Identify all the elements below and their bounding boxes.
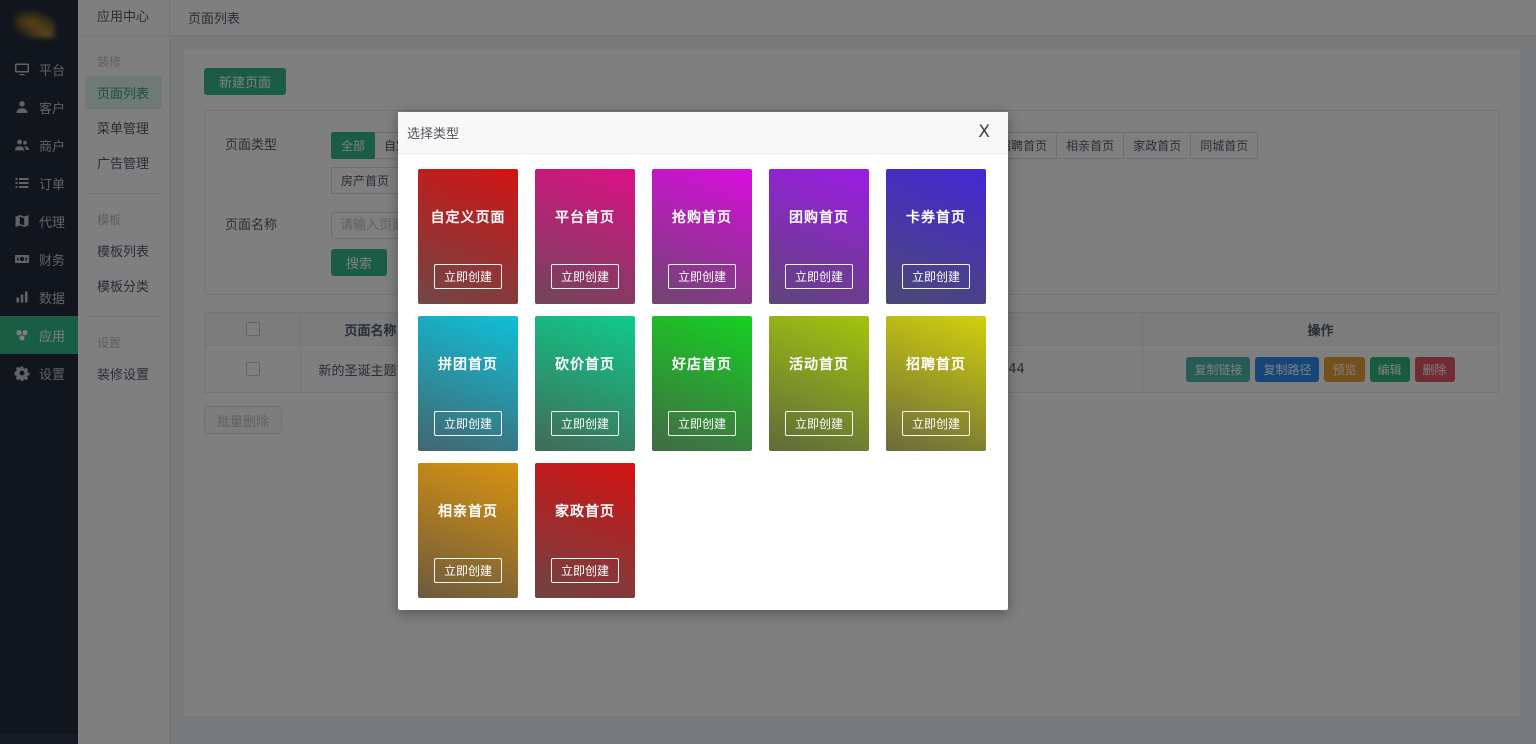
type-card-title: 卡券首页 <box>886 169 986 227</box>
create-now-button[interactable]: 立即创建 <box>902 264 970 289</box>
type-card-title: 活动首页 <box>769 316 869 374</box>
create-now-button[interactable]: 立即创建 <box>668 411 736 436</box>
type-card-title: 拼团首页 <box>418 316 518 374</box>
create-now-button[interactable]: 立即创建 <box>551 264 619 289</box>
type-card-招聘首页: 招聘首页立即创建 <box>886 316 986 451</box>
type-card-title: 招聘首页 <box>886 316 986 374</box>
select-type-modal: 选择类型 X 自定义页面立即创建平台首页立即创建抢购首页立即创建团购首页立即创建… <box>398 112 1008 610</box>
create-now-button[interactable]: 立即创建 <box>434 558 502 583</box>
type-card-title: 家政首页 <box>535 463 635 521</box>
create-now-button[interactable]: 立即创建 <box>785 411 853 436</box>
type-card-自定义页面: 自定义页面立即创建 <box>418 169 518 304</box>
create-now-button[interactable]: 立即创建 <box>434 411 502 436</box>
type-card-title: 相亲首页 <box>418 463 518 521</box>
type-card-title: 平台首页 <box>535 169 635 227</box>
type-card-平台首页: 平台首页立即创建 <box>535 169 635 304</box>
type-card-title: 砍价首页 <box>535 316 635 374</box>
type-card-相亲首页: 相亲首页立即创建 <box>418 463 518 598</box>
type-card-团购首页: 团购首页立即创建 <box>769 169 869 304</box>
type-card-抢购首页: 抢购首页立即创建 <box>652 169 752 304</box>
modal-title: 选择类型 <box>407 123 459 142</box>
app-window: 平台客户商户订单代理财务数据应用设置 应用中心 装修页面列表菜单管理广告管理模板… <box>0 0 1536 744</box>
type-card-title: 自定义页面 <box>418 169 518 227</box>
type-card-拼团首页: 拼团首页立即创建 <box>418 316 518 451</box>
create-now-button[interactable]: 立即创建 <box>434 264 502 289</box>
type-card-grid: 自定义页面立即创建平台首页立即创建抢购首页立即创建团购首页立即创建卡券首页立即创… <box>398 154 1008 613</box>
create-now-button[interactable]: 立即创建 <box>785 264 853 289</box>
type-card-砍价首页: 砍价首页立即创建 <box>535 316 635 451</box>
create-now-button[interactable]: 立即创建 <box>551 411 619 436</box>
create-now-button[interactable]: 立即创建 <box>902 411 970 436</box>
modal-header: 选择类型 X <box>398 112 1008 154</box>
create-now-button[interactable]: 立即创建 <box>551 558 619 583</box>
create-now-button[interactable]: 立即创建 <box>668 264 736 289</box>
type-card-title: 抢购首页 <box>652 169 752 227</box>
close-icon[interactable]: X <box>978 124 990 141</box>
type-card-title: 好店首页 <box>652 316 752 374</box>
type-card-卡券首页: 卡券首页立即创建 <box>886 169 986 304</box>
type-card-title: 团购首页 <box>769 169 869 227</box>
type-card-活动首页: 活动首页立即创建 <box>769 316 869 451</box>
type-card-好店首页: 好店首页立即创建 <box>652 316 752 451</box>
type-card-家政首页: 家政首页立即创建 <box>535 463 635 598</box>
